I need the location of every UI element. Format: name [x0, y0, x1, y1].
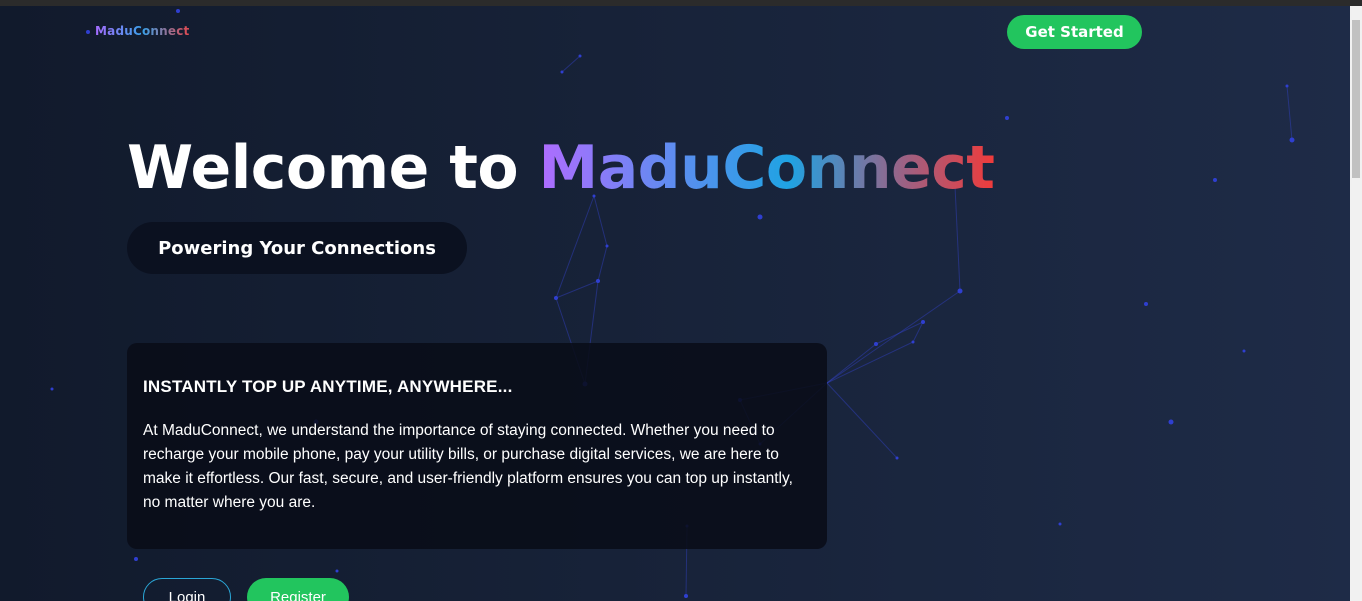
- info-card-body: At MaduConnect, we understand the import…: [143, 422, 793, 511]
- register-button[interactable]: Register: [247, 578, 349, 601]
- tagline-pill: Powering Your Connections: [127, 222, 467, 274]
- info-card-heading: INSTANTLY TOP UP ANYTIME, ANYWHERE...: [143, 377, 513, 396]
- get-started-button[interactable]: Get Started: [1007, 15, 1142, 49]
- info-card: INSTANTLY TOP UP ANYTIME, ANYWHERE... At…: [127, 343, 827, 549]
- scrollbar-thumb[interactable]: [1352, 20, 1360, 178]
- landing-page: MaduConnect Get Started Welcome to MaduC…: [0, 6, 1350, 601]
- hero-title-brand: MaduConnect: [538, 133, 995, 203]
- login-button[interactable]: Login: [143, 578, 231, 601]
- hero-title: Welcome to MaduConnect: [127, 130, 995, 206]
- page-scrollbar[interactable]: [1350, 6, 1362, 601]
- brand-logo[interactable]: MaduConnect: [95, 24, 190, 38]
- hero-title-prefix: Welcome to: [127, 133, 539, 203]
